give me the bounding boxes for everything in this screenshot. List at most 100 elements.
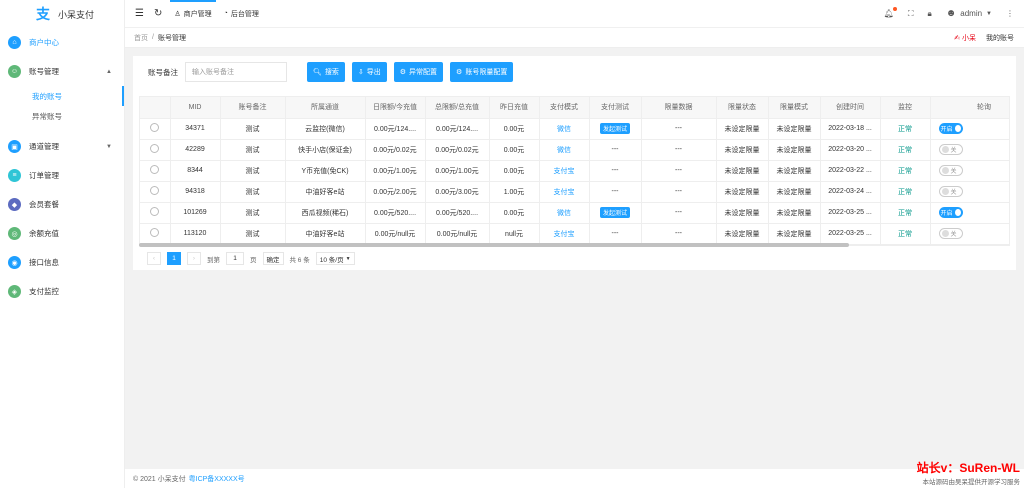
next-page-button[interactable]: › xyxy=(187,252,201,265)
search-button[interactable]: 🔍︎ 搜索 xyxy=(307,62,345,82)
goto-confirm-button[interactable]: 确定 xyxy=(262,252,284,265)
row-radio[interactable] xyxy=(150,228,160,237)
column-header xyxy=(140,97,171,119)
cell-created: 2022-03-22 ... xyxy=(820,160,881,182)
menu-fold-icon[interactable]: ☰ xyxy=(135,8,144,19)
table-row[interactable]: 8344 测试 Y币充值(免CK) 0.00元/1.00元 0.00元/1.00元 0.0… xyxy=(140,160,1009,182)
cell-test: --- xyxy=(589,139,642,161)
account-card: 账号备注 输入账号备注 🔍︎ 搜索 ⇩ 导出 ⚙ 异常配置 ⚙ 账号限量配置 MID 账号… xyxy=(133,56,1016,270)
notification-bell-icon[interactable]: 🔔︎ xyxy=(884,7,897,18)
cell-test: 发起测试 xyxy=(589,118,642,140)
fullscreen-icon[interactable]: ⛶ xyxy=(908,9,914,19)
user-menu[interactable]: ☻ admin ▼ xyxy=(946,8,992,19)
sidebar-item-6[interactable]: ◉ 接口信息 xyxy=(0,248,124,277)
goto-page-input[interactable]: 1 xyxy=(226,252,244,265)
cell-yesterday: null元 xyxy=(489,223,540,245)
table-row[interactable]: 113120 测试 中油好客e站 0.00元/null元 0.00元/null元 null… xyxy=(140,223,1009,245)
cell-mid: 34371 xyxy=(170,118,221,140)
table-row[interactable]: 94318 测试 中油好客e站 0.00元/2.00元 0.00元/3.00元 1.00元… xyxy=(140,181,1009,203)
horizontal-scrollbar[interactable] xyxy=(139,243,849,247)
logo-icon: 支 xyxy=(36,6,50,22)
sidebar-item-0[interactable]: ⌂ 商户中心 xyxy=(0,28,124,57)
poll-toggle[interactable]: 开启 xyxy=(938,207,963,218)
sidebar-item-5[interactable]: ◎ 余额充值 xyxy=(0,219,124,248)
refresh-icon[interactable]: ↻ xyxy=(154,8,162,19)
pay-mode-link[interactable]: 支付宝 xyxy=(554,189,575,196)
page-1-button[interactable]: 1 xyxy=(167,252,181,265)
cell-poll: 开启 xyxy=(930,202,1009,224)
launch-test-button[interactable]: 发起测试 xyxy=(599,123,630,134)
cell-limit_mode: 未设定限量 xyxy=(768,118,821,140)
cell-channel: 中油好客e站 xyxy=(285,181,366,203)
cell-poll: 关 xyxy=(930,223,1009,245)
nav-merchant-management[interactable]: ♙ 商户管理 xyxy=(170,0,216,28)
poll-toggle-label: 关 xyxy=(950,232,957,238)
row-radio[interactable] xyxy=(150,165,160,174)
cell-mid: 113120 xyxy=(170,223,221,245)
sidebar-item-icon: ◉ xyxy=(8,256,21,269)
table-row[interactable]: 42289 测试 快手小店(保证金) 0.00元/0.02元 0.00元/0.02元 0.… xyxy=(140,139,1009,161)
row-select-cell xyxy=(140,202,171,224)
page-size-select[interactable]: 10 条/页 ▼ xyxy=(315,252,355,265)
filter-label: 账号备注 xyxy=(148,67,178,77)
poll-toggle[interactable]: 关 xyxy=(938,165,963,176)
poll-toggle[interactable]: 关 xyxy=(938,228,963,239)
sidebar-item-4[interactable]: ◆ 会员套餐 xyxy=(0,190,124,219)
cell-limit_status: 未设定限量 xyxy=(716,139,769,161)
column-header: 昨日充值 xyxy=(489,97,540,119)
cell-created: 2022-03-24 ... xyxy=(820,181,881,203)
cell-monitor: 正常 xyxy=(880,118,931,140)
row-radio[interactable] xyxy=(150,123,160,132)
launch-test-button[interactable]: 发起测试 xyxy=(599,207,630,218)
app-logo[interactable]: 支 小呆支付 xyxy=(0,0,124,28)
icp-link[interactable]: 粤ICP备XXXXX号 xyxy=(189,474,245,484)
pay-mode-link[interactable]: 微信 xyxy=(557,210,571,217)
sidebar-subitem-0[interactable]: 我的账号 xyxy=(0,86,124,106)
row-radio[interactable] xyxy=(150,207,160,216)
anomaly-config-button[interactable]: ⚙ 异常配置 xyxy=(393,62,444,82)
cell-poll: 关 xyxy=(930,139,1009,161)
page-unit-label: 页 xyxy=(250,256,257,264)
row-radio[interactable] xyxy=(150,144,160,153)
cell-channel: 快手小店(保证金) xyxy=(285,139,366,161)
sidebar-item-1[interactable]: ☺ 账号管理 ▲ xyxy=(0,57,124,86)
nav-backend-management[interactable]: ◔ 后台管理 xyxy=(224,0,259,28)
breadcrumb-current: 账号管理 xyxy=(157,34,186,42)
pay-mode-link[interactable]: 微信 xyxy=(557,147,571,154)
sidebar-subitem-1[interactable]: 异常账号 xyxy=(0,106,124,126)
poll-toggle[interactable]: 关 xyxy=(938,144,963,155)
cell-limit_data: --- xyxy=(641,160,717,182)
cell-limit_mode: 未设定限量 xyxy=(768,223,821,245)
column-header: 账号备注 xyxy=(220,97,286,119)
cell-limit_data: --- xyxy=(641,118,717,140)
table-row[interactable]: 101269 测试 西瓜视频(稀石) 0.00元/520.... 0.00元/520..… xyxy=(140,202,1009,224)
breadcrumb-home[interactable]: 首页 xyxy=(134,33,148,43)
sidebar-item-7[interactable]: ◈ 支付监控 xyxy=(0,277,124,306)
more-vertical-icon[interactable]: ⋮ xyxy=(1006,9,1014,18)
column-header: 限量数据 xyxy=(641,97,717,119)
row-radio[interactable] xyxy=(150,186,160,195)
breadcrumb: 首页 / 账号管理 ✍ 小呆 我的账号 xyxy=(125,28,1024,48)
lock-icon[interactable]: 🔒︎ xyxy=(927,9,931,19)
account-note-input[interactable]: 输入账号备注 xyxy=(185,62,287,82)
export-button[interactable]: ⇩ 导出 xyxy=(351,62,387,82)
chevron-down-icon: ▼ xyxy=(106,143,112,150)
poll-toggle[interactable]: 关 xyxy=(938,186,963,197)
cell-channel: 云监控(微信) xyxy=(285,118,366,140)
monitor-status: 正常 xyxy=(898,209,912,217)
pay-mode-link[interactable]: 微信 xyxy=(557,126,571,133)
cell-limit_mode: 未设定限量 xyxy=(768,181,821,203)
brand-tag[interactable]: ✍ 小呆 xyxy=(954,33,976,43)
avatar: ☻ xyxy=(945,8,957,19)
my-account-link[interactable]: 我的账号 xyxy=(986,33,1014,43)
limit-config-button[interactable]: ⚙ 账号限量配置 xyxy=(450,62,514,82)
sidebar-item-2[interactable]: ▣ 通道管理 ▼ xyxy=(0,132,124,161)
cell-note: 测试 xyxy=(220,118,286,140)
poll-toggle[interactable]: 开启 xyxy=(938,123,963,134)
sidebar-item-label: 商户中心 xyxy=(29,38,59,47)
table-row[interactable]: 34371 测试 云监控(微信) 0.00元/124.... 0.00元/124....… xyxy=(140,118,1009,140)
prev-page-button[interactable]: ‹ xyxy=(147,252,161,265)
sidebar-item-3[interactable]: ≡ 订单管理 xyxy=(0,161,124,190)
pay-mode-link[interactable]: 支付宝 xyxy=(554,231,575,238)
pay-mode-link[interactable]: 支付宝 xyxy=(554,168,575,175)
